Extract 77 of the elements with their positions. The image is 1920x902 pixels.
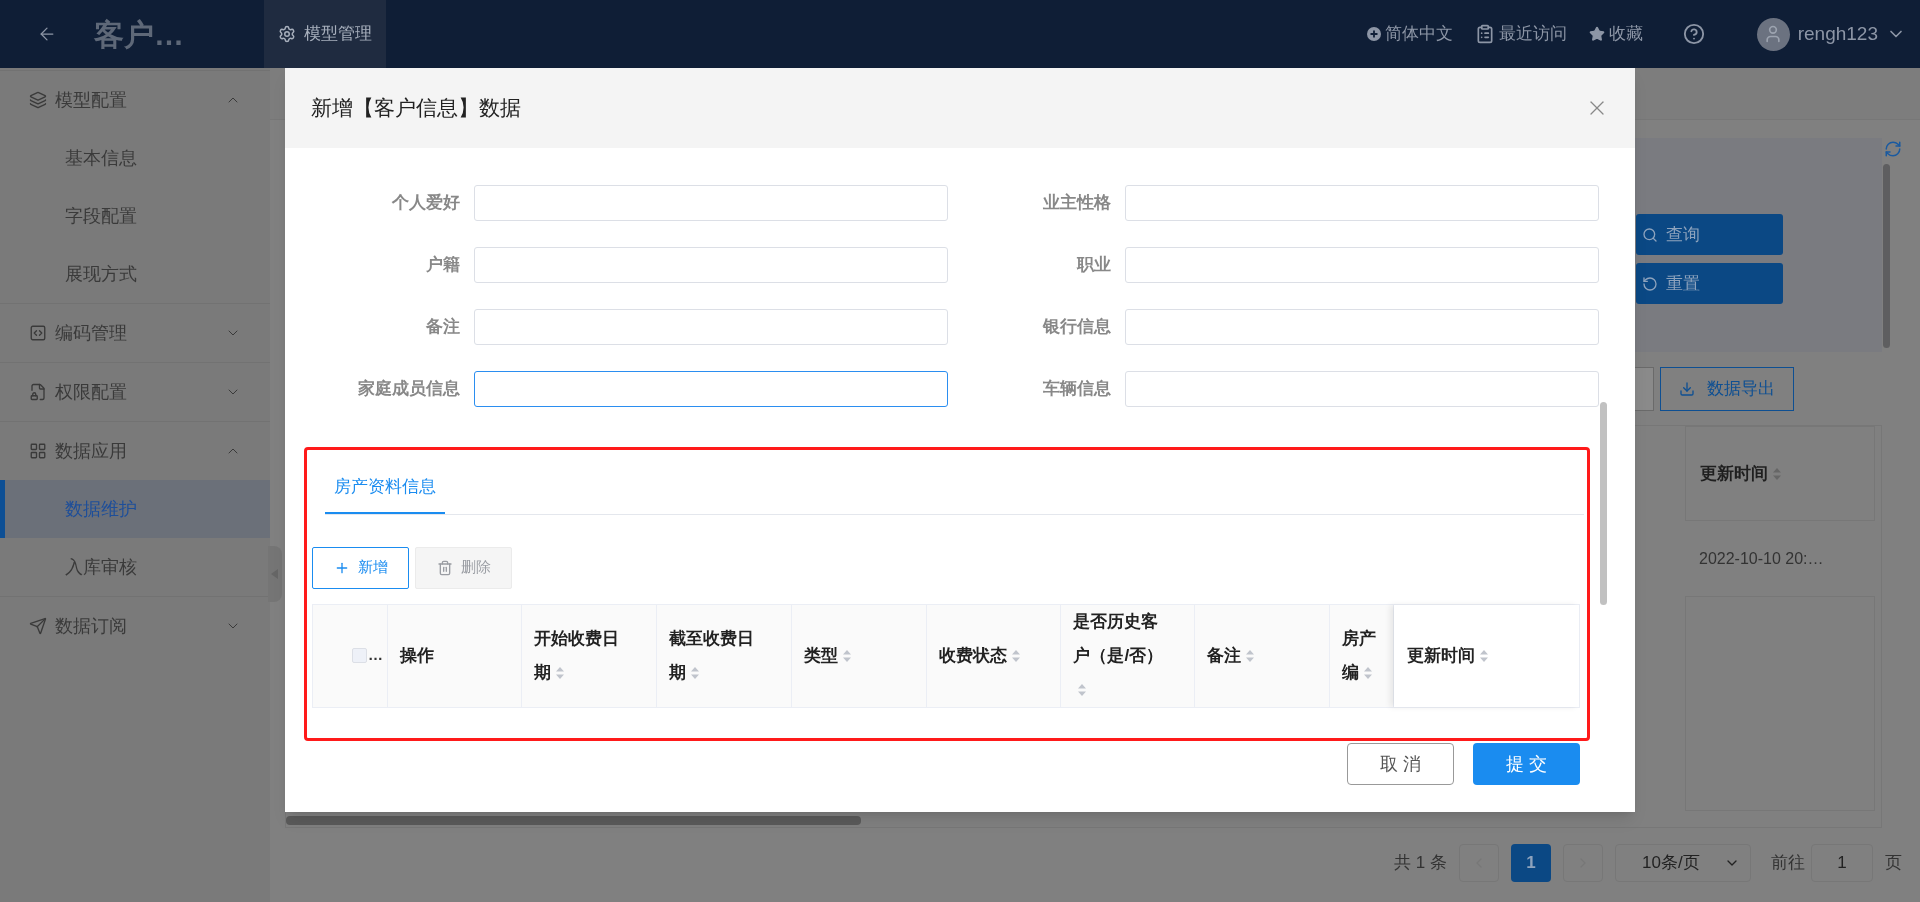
reset-icon [1642, 275, 1658, 292]
code-icon [29, 324, 47, 342]
grid-icon [29, 442, 47, 460]
field-label: 职业 [1075, 254, 1112, 277]
refresh-icon[interactable] [1884, 140, 1902, 158]
app-title: 客户… [94, 16, 185, 53]
add-button[interactable]: 新增 [312, 546, 409, 589]
favorites-link[interactable]: 收藏 [1588, 21, 1643, 47]
submit-button[interactable]: 提 交 [1473, 743, 1580, 785]
sort-icon[interactable] [1479, 649, 1490, 663]
field-label: 备注 [425, 316, 461, 339]
sidebar-group[interactable]: 权限配置 [0, 363, 270, 421]
page-unit: 页 [1885, 852, 1902, 875]
column-header[interactable]: 房产编 [1330, 604, 1395, 707]
sort-icon[interactable] [554, 666, 565, 680]
sort-icon[interactable] [689, 666, 700, 680]
module-tab[interactable]: 模型管理 [264, 0, 386, 68]
modal-title: 新增【客户信息】数据 [311, 95, 521, 122]
column-header[interactable]: 类型 [791, 604, 927, 707]
field-label: 业主性格 [1042, 192, 1112, 215]
user-menu[interactable]: rengh123 [1756, 17, 1906, 51]
sort-icon[interactable] [1772, 467, 1782, 482]
cancel-button[interactable]: 取 消 [1347, 743, 1454, 785]
column-header[interactable]: 备注 [1195, 604, 1331, 707]
layers-icon [29, 91, 47, 109]
search-button[interactable]: 查询 [1636, 214, 1783, 255]
sort-icon[interactable] [1010, 649, 1021, 663]
gear-icon [278, 25, 296, 43]
field-label: 个人爱好 [391, 192, 461, 215]
page-number[interactable]: 1 [1511, 844, 1551, 882]
trash-icon [436, 559, 453, 576]
export-button[interactable]: 数据导出 [1660, 367, 1794, 411]
column-header[interactable]: 开始收费日期 [521, 604, 657, 707]
column-header[interactable]: 更新时间 [1394, 604, 1579, 707]
sidebar-item[interactable]: 入库审核 [0, 538, 270, 596]
sidebar-group[interactable]: 编码管理 [0, 304, 270, 362]
column-header[interactable]: 操作 [387, 604, 522, 707]
sidebar-item[interactable]: 字段配置 [0, 187, 270, 245]
column-header[interactable]: 收费状态 [926, 604, 1062, 707]
column-header[interactable]: 更新时间 [1700, 460, 1782, 487]
sidebar-group[interactable]: 数据应用 [0, 422, 270, 480]
language-link[interactable]: 简体中文 [1366, 21, 1453, 47]
download-icon [1679, 381, 1695, 397]
header-text: … [367, 645, 383, 666]
paper-plane-icon [29, 617, 47, 635]
total-count: 共 1 条 [1394, 852, 1447, 875]
goto-label: 前往 [1771, 852, 1805, 875]
sidebar-item[interactable]: 展现方式 [0, 245, 270, 303]
sidebar-group[interactable]: 数据订阅 [0, 597, 270, 655]
document-lock-icon [29, 383, 47, 401]
field-label: 银行信息 [1041, 316, 1112, 339]
search-icon [1642, 226, 1658, 243]
reset-button[interactable]: 重置 [1636, 263, 1783, 304]
select-all-checkbox[interactable] [351, 648, 367, 663]
sidebar-item[interactable]: 基本信息 [0, 129, 270, 187]
sort-icon[interactable] [1363, 666, 1374, 680]
field-label: 家庭成员信息 [357, 378, 461, 401]
text-input[interactable] [474, 371, 948, 407]
avatar-icon [1756, 17, 1790, 51]
sidebar-group[interactable]: 模型配置 [0, 71, 270, 129]
recent-link[interactable]: 最近访问 [1474, 21, 1567, 47]
sort-icon[interactable] [841, 649, 852, 663]
field-label: 户籍 [425, 254, 461, 277]
table-cell-text: 2022-10-10 20:… [1699, 548, 1824, 569]
subform-tab[interactable]: 房产资料信息 [325, 474, 445, 514]
page-size-select[interactable]: 10条/页 [1615, 844, 1751, 882]
help-icon[interactable] [1682, 23, 1705, 45]
sort-icon[interactable] [1077, 683, 1088, 697]
field-label: 车辆信息 [1042, 378, 1112, 401]
plus-circle-icon [1366, 27, 1381, 41]
star-icon [1588, 26, 1605, 42]
horizontal-scrollbar[interactable] [286, 816, 861, 825]
goto-page-field[interactable]: 1 [1811, 844, 1873, 882]
column-header[interactable]: 是否历史客户（是/否） [1061, 604, 1196, 707]
sort-icon[interactable] [1245, 649, 1256, 663]
column-header[interactable]: 截至收费日期 [656, 604, 792, 707]
collapse-handle[interactable] [268, 546, 282, 602]
